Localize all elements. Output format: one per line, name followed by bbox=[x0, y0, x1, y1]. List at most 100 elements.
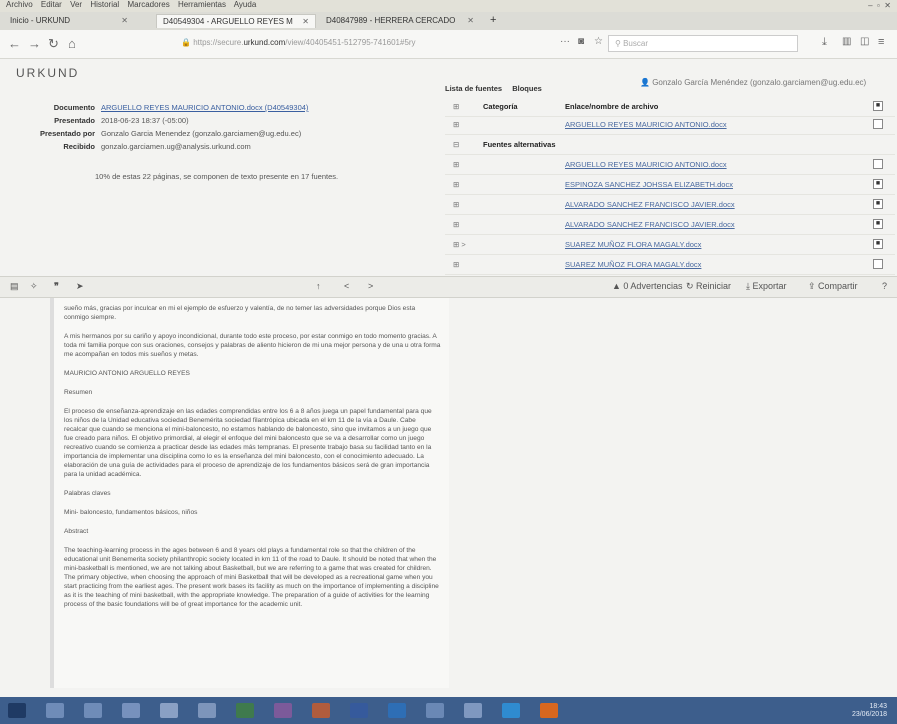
tab-d40847989[interactable]: D40847989 - HERRERA CERCADO ✕ bbox=[320, 14, 480, 28]
onenote-icon[interactable] bbox=[274, 703, 292, 718]
close-icon[interactable]: ✕ bbox=[302, 17, 309, 26]
doc-heading: Abstract bbox=[64, 528, 89, 535]
sidebar-icon[interactable]: ◫ bbox=[860, 36, 869, 47]
source-link[interactable]: ARGUELLO REYES MAURICIO ANTONIO.docx bbox=[565, 160, 727, 169]
expand-icon[interactable]: ⊞ bbox=[453, 220, 459, 229]
menu-historial[interactable]: Historial bbox=[90, 0, 119, 9]
edge-icon[interactable] bbox=[46, 703, 64, 718]
doc-paragraph: Mini- baloncesto, fundamentos básicos, n… bbox=[64, 509, 198, 516]
download-icon[interactable]: ⤓ bbox=[822, 36, 827, 49]
close-icon[interactable]: ✕ bbox=[121, 16, 128, 25]
expand-icon[interactable]: ⊟ bbox=[453, 140, 459, 149]
up-arrow-icon[interactable]: ↑ bbox=[316, 281, 321, 291]
settings-app-icon[interactable] bbox=[198, 703, 216, 718]
tab-source-list[interactable]: Lista de fuentes bbox=[445, 84, 502, 93]
chrome-icon[interactable] bbox=[426, 703, 444, 718]
start-button-icon[interactable] bbox=[8, 703, 26, 718]
source-link[interactable]: SUAREZ MUÑOZ FLORA MAGALY.docx bbox=[565, 240, 701, 249]
expand-icon[interactable]: ⊞ bbox=[453, 160, 459, 169]
home-icon[interactable]: ⌂ bbox=[68, 36, 76, 51]
expand-icon[interactable]: ⊞ > bbox=[453, 240, 466, 249]
expand-icon[interactable]: ⊞ bbox=[453, 120, 459, 129]
tag-icon[interactable]: ➤ bbox=[76, 281, 84, 292]
powerpoint-icon[interactable] bbox=[312, 703, 330, 718]
source-row[interactable]: ⊞ ALVARADO SANCHEZ FRANCISCO JAVIER.docx ■ bbox=[445, 216, 895, 235]
menu-ver[interactable]: Ver bbox=[70, 0, 82, 9]
help-icon[interactable]: ? bbox=[882, 281, 887, 291]
user-icon: 👤 bbox=[640, 78, 653, 87]
menu-archivo[interactable]: Archivo bbox=[6, 0, 33, 9]
menu-editar[interactable]: Editar bbox=[41, 0, 62, 9]
sidebar-toggle-icon[interactable]: ▤ bbox=[10, 281, 19, 292]
quote-icon[interactable]: ❞ bbox=[54, 281, 59, 292]
export-button[interactable]: ⤓ Exportar bbox=[746, 281, 787, 292]
task-view-icon[interactable] bbox=[122, 703, 140, 718]
forward-icon[interactable]: → bbox=[28, 36, 41, 51]
source-checkbox[interactable] bbox=[873, 159, 883, 169]
close-icon[interactable]: ✕ bbox=[467, 16, 474, 25]
word-icon[interactable] bbox=[350, 703, 368, 718]
excel-icon[interactable] bbox=[236, 703, 254, 718]
skype-icon[interactable] bbox=[502, 703, 520, 718]
search-input[interactable]: ⚲ Buscar bbox=[608, 35, 798, 52]
window-controls[interactable]: – ▫ ✕ bbox=[868, 1, 891, 10]
select-all-checkbox[interactable]: ■ bbox=[873, 101, 883, 111]
source-row[interactable]: ⊞ SUAREZ MUÑOZ FLORA MAGALY.docx bbox=[445, 256, 895, 275]
source-checkbox[interactable] bbox=[873, 119, 883, 129]
source-link[interactable]: SUAREZ MUÑOZ FLORA MAGALY.docx bbox=[565, 260, 701, 269]
source-checkbox[interactable]: ■ bbox=[873, 239, 883, 249]
expand-icon[interactable]: ⊞ bbox=[453, 260, 459, 269]
source-link[interactable]: ALVARADO SANCHEZ FRANCISCO JAVIER.docx bbox=[565, 220, 735, 229]
tab-d40549304[interactable]: D40549304 - ARGUELLO REYES M ✕ bbox=[156, 14, 316, 28]
outlook-icon[interactable] bbox=[388, 703, 406, 718]
source-link[interactable]: ALVARADO SANCHEZ FRANCISCO JAVIER.docx bbox=[565, 200, 735, 209]
back-icon[interactable]: ← bbox=[8, 36, 21, 51]
new-tab-button[interactable]: + bbox=[484, 14, 504, 28]
source-row[interactable]: ⊞ > SUAREZ MUÑOZ FLORA MAGALY.docx ■ bbox=[445, 236, 895, 255]
system-clock[interactable]: 18:43 23/06/2018 bbox=[852, 703, 887, 719]
bookmark-star-icon[interactable]: ☆ bbox=[594, 36, 603, 47]
library-icon[interactable]: ▥ bbox=[842, 36, 851, 47]
source-checkbox[interactable]: ■ bbox=[873, 199, 883, 209]
pocket-icon[interactable]: ◙ bbox=[578, 36, 584, 47]
source-link[interactable]: ESPINOZA SANCHEZ JOHSSA ELIZABETH.docx bbox=[565, 180, 733, 189]
doc-info-received: Recibido gonzalo.garciamen.ug@analysis.ur… bbox=[63, 142, 251, 151]
menu-herramientas[interactable]: Herramientas bbox=[178, 0, 226, 9]
source-checkbox[interactable] bbox=[873, 259, 883, 269]
document-viewer[interactable]: sueño más, gracias por inculcar en mi el… bbox=[50, 298, 449, 688]
warnings-button[interactable]: ▲ 0 Advertencias bbox=[612, 281, 682, 291]
reset-button[interactable]: ↻ Reiniciar bbox=[686, 281, 731, 292]
source-row[interactable]: ⊞ ARGUELLO REYES MAURICIO ANTONIO.docx bbox=[445, 156, 895, 175]
expand-icon[interactable]: ⊞ bbox=[453, 180, 459, 189]
prev-icon[interactable]: < bbox=[344, 281, 349, 291]
address-bar[interactable]: 🔒 https://secure.urkund.com/view/4040545… bbox=[175, 35, 605, 52]
store-icon[interactable] bbox=[464, 703, 482, 718]
tab-inicio[interactable]: Inicio - URKUND ✕ bbox=[4, 14, 134, 28]
share-button[interactable]: ⇪ Compartir bbox=[808, 281, 858, 292]
document-link[interactable]: ARGUELLO REYES MAURICIO ANTONIO.docx (D4… bbox=[101, 103, 308, 112]
source-row[interactable]: ⊞ ALVARADO SANCHEZ FRANCISCO JAVIER.docx ■ bbox=[445, 196, 895, 215]
cortana-icon[interactable] bbox=[84, 703, 102, 718]
hamburger-menu-icon[interactable]: ≡ bbox=[878, 36, 884, 48]
expand-all-icon[interactable]: ⊞ bbox=[453, 102, 459, 111]
more-icon[interactable]: ··· bbox=[560, 36, 570, 47]
doc-heading: Palabras claves bbox=[64, 490, 111, 497]
reload-icon[interactable]: ↻ bbox=[48, 36, 59, 52]
navigation-bar: ← → ↻ ⌂ 🔒 https://secure.urkund.com/view… bbox=[0, 30, 897, 59]
source-link[interactable]: ARGUELLO REYES MAURICIO ANTONIO.docx bbox=[565, 120, 727, 129]
settings-icon[interactable]: ✧ bbox=[30, 281, 38, 292]
source-checkbox[interactable]: ■ bbox=[873, 179, 883, 189]
firefox-icon[interactable] bbox=[540, 703, 558, 718]
doc-paragraph: The teaching-learning process in the age… bbox=[64, 547, 439, 608]
tab-blocks[interactable]: Bloques bbox=[512, 84, 542, 93]
expand-icon[interactable]: ⊞ bbox=[453, 200, 459, 209]
user-info[interactable]: 👤 Gonzalo García Menéndez (gonzalo.garci… bbox=[640, 78, 866, 87]
file-explorer-icon[interactable] bbox=[160, 703, 178, 718]
source-group-row[interactable]: ⊟ Fuentes alternativas bbox=[445, 136, 895, 155]
next-icon[interactable]: > bbox=[368, 281, 373, 291]
source-row[interactable]: ⊞ ESPINOZA SANCHEZ JOHSSA ELIZABETH.docx ■ bbox=[445, 176, 895, 195]
source-row[interactable]: ⊞ ARGUELLO REYES MAURICIO ANTONIO.docx bbox=[445, 116, 895, 135]
menu-marcadores[interactable]: Marcadores bbox=[127, 0, 169, 9]
menu-ayuda[interactable]: Ayuda bbox=[234, 0, 257, 9]
source-checkbox[interactable]: ■ bbox=[873, 219, 883, 229]
